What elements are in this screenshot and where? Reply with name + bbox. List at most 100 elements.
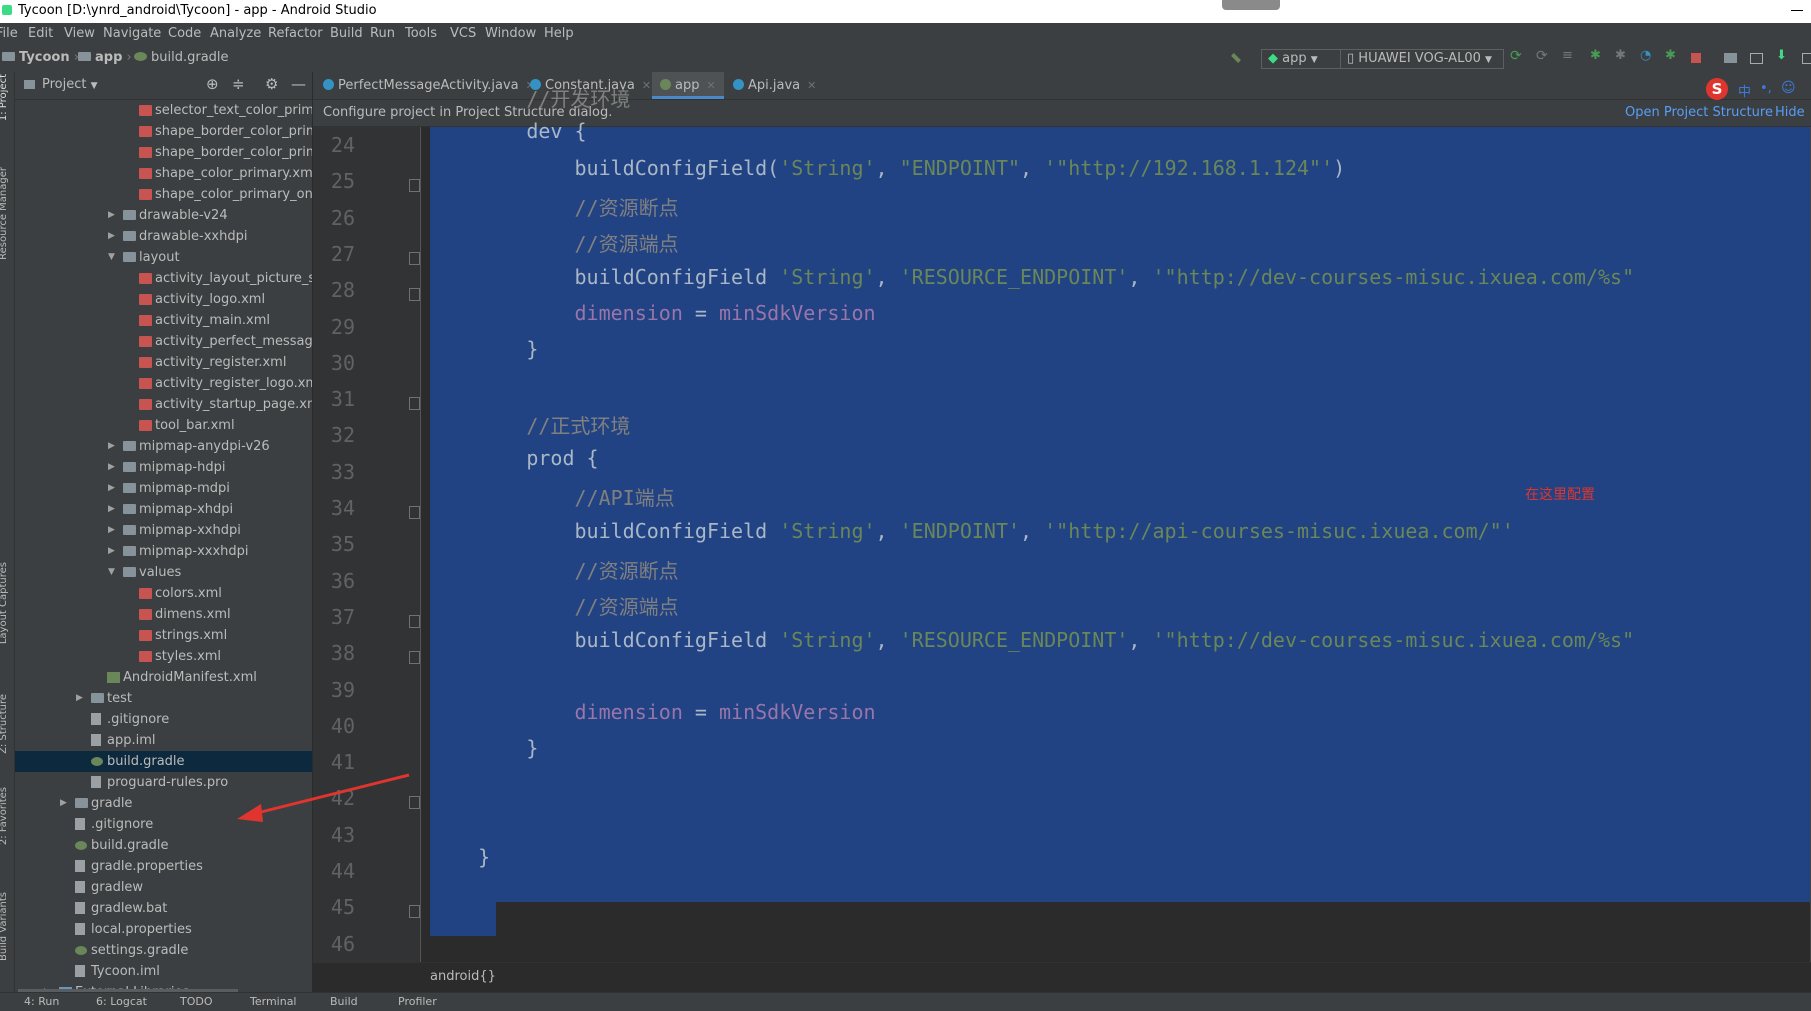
project-structure-icon[interactable]: [1802, 53, 1811, 64]
ime-chinese-icon[interactable]: 中: [1738, 81, 1751, 100]
fold-marker-icon[interactable]: [409, 288, 420, 302]
open-project-structure-link[interactable]: Open Project Structure: [1625, 105, 1773, 120]
avd-manager-icon[interactable]: [1750, 53, 1763, 64]
hide-banner-link[interactable]: Hide: [1775, 105, 1805, 120]
tree-item[interactable]: local.properties: [15, 919, 312, 940]
tree-item[interactable]: dimens.xml: [15, 604, 312, 625]
breadcrumb-project[interactable]: Tycoon ›: [2, 50, 79, 65]
chevron-right-icon[interactable]: ▶: [108, 520, 115, 541]
tree-item[interactable]: ▶ drawable-v24: [15, 205, 312, 226]
tree-item[interactable]: shape_border_color_prima: [15, 121, 312, 142]
close-icon[interactable]: ✕: [807, 79, 816, 92]
stop-icon[interactable]: [1691, 53, 1701, 63]
chevron-right-icon[interactable]: ▶: [108, 499, 115, 520]
profile-icon[interactable]: ◔: [1640, 48, 1652, 63]
tree-item[interactable]: activity_register.xml: [15, 352, 312, 373]
close-icon[interactable]: ✕: [642, 79, 651, 92]
tree-item[interactable]: tool_bar.xml: [15, 415, 312, 436]
menu-window[interactable]: Window: [485, 26, 536, 41]
chevron-right-icon[interactable]: ▶: [108, 457, 115, 478]
tree-item[interactable]: shape_border_color_prima: [15, 142, 312, 163]
fold-marker-icon[interactable]: [409, 397, 420, 411]
fold-marker-icon[interactable]: [409, 614, 420, 628]
menu-edit[interactable]: Edit: [28, 26, 53, 41]
chevron-right-icon[interactable]: ▶: [76, 688, 83, 709]
menu-refactor[interactable]: Refactor: [268, 26, 323, 41]
project-view-select[interactable]: Project ▼: [42, 77, 98, 92]
tree-item[interactable]: Tycoon.iml: [15, 961, 312, 982]
tree-item[interactable]: activity_register_logo.xml: [15, 373, 312, 394]
tree-item[interactable]: ▶ mipmap-hdpi: [15, 457, 312, 478]
ime-punct-icon[interactable]: •,: [1760, 81, 1772, 96]
ime-emoji-icon[interactable]: ☺: [1781, 80, 1796, 96]
tree-item[interactable]: gradlew.bat: [15, 898, 312, 919]
tree-item[interactable]: AndroidManifest.xml: [15, 667, 312, 688]
chevron-right-icon[interactable]: ▶: [108, 205, 115, 226]
sdk-manager-icon[interactable]: ⬇: [1776, 48, 1788, 63]
tree-item[interactable]: activity_perfect_message.x: [15, 331, 312, 352]
tree-item[interactable]: ▶ drawable-xxhdpi: [15, 226, 312, 247]
tree-item[interactable]: ▶ mipmap-xxxhdpi: [15, 541, 312, 562]
hide-panel-icon[interactable]: —: [291, 75, 306, 93]
tool-window-build-variants[interactable]: Build Variants: [0, 892, 16, 961]
tree-item[interactable]: activity_logo.xml: [15, 289, 312, 310]
hammer-build-icon[interactable]: [1231, 53, 1241, 63]
coverage-icon[interactable]: ✱: [1665, 48, 1677, 63]
tool-terminal[interactable]: Terminal: [250, 995, 297, 1008]
tree-item[interactable]: ▶ mipmap-xhdpi: [15, 499, 312, 520]
menu-build[interactable]: Build: [330, 26, 363, 41]
tree-item[interactable]: selector_text_color_primar: [15, 100, 312, 121]
collapse-all-icon[interactable]: ≑: [232, 75, 245, 93]
menu-vcs[interactable]: VCS: [450, 26, 476, 41]
tree-item[interactable]: shape_color_primary_oncli: [15, 184, 312, 205]
close-icon[interactable]: ✕: [706, 79, 715, 92]
attach-debugger-icon[interactable]: ✱: [1615, 48, 1627, 63]
tree-item[interactable]: activity_main.xml: [15, 310, 312, 331]
locate-file-icon[interactable]: ⊕: [206, 75, 219, 93]
list-icon[interactable]: ≡: [1562, 48, 1574, 63]
run-config-select[interactable]: ◆ app ▼: [1261, 49, 1341, 69]
chevron-down-icon[interactable]: ▼: [108, 247, 115, 268]
apply-changes-icon[interactable]: ⟳: [1510, 48, 1522, 64]
chevron-right-icon[interactable]: ▶: [108, 436, 115, 457]
menu-tools[interactable]: Tools: [405, 26, 437, 41]
tree-item[interactable]: ▶ mipmap-xxhdpi: [15, 520, 312, 541]
tab-api[interactable]: Api.java ✕: [733, 72, 816, 99]
tool-build[interactable]: Build: [330, 995, 358, 1008]
sync-project-icon[interactable]: [1724, 53, 1737, 63]
debug-icon[interactable]: ✱: [1590, 48, 1602, 63]
breadcrumb-module[interactable]: app ›: [78, 50, 132, 65]
tree-item[interactable]: styles.xml: [15, 646, 312, 667]
tab-app[interactable]: app ✕: [652, 72, 724, 99]
fold-marker-icon[interactable]: [409, 251, 420, 265]
tree-item[interactable]: shape_color_primary.xml: [15, 163, 312, 184]
fold-marker-icon[interactable]: [409, 179, 420, 193]
tree-item[interactable]: ▶ mipmap-mdpi: [15, 478, 312, 499]
menu-help[interactable]: Help: [544, 26, 574, 41]
tool-logcat[interactable]: 6: Logcat: [96, 995, 147, 1008]
chevron-right-icon[interactable]: ▶: [108, 478, 115, 499]
minimize-icon[interactable]: [1791, 10, 1803, 11]
sogou-ime-icon[interactable]: S: [1706, 78, 1728, 100]
tree-item[interactable]: activity_layout_picture_sele: [15, 268, 312, 289]
menu-file[interactable]: File: [0, 26, 18, 41]
tool-window-structure[interactable]: Z: Structure: [0, 694, 16, 754]
device-select[interactable]: ▯ HUAWEI VOG-AL00 ▼: [1340, 49, 1504, 69]
chevron-down-icon[interactable]: ▼: [108, 562, 115, 583]
tree-item[interactable]: ▼ values: [15, 562, 312, 583]
tree-item[interactable]: ▼ layout: [15, 247, 312, 268]
menu-analyze[interactable]: Analyze: [210, 26, 261, 41]
tree-item[interactable]: gradlew: [15, 877, 312, 898]
menu-run[interactable]: Run: [370, 26, 395, 41]
tool-window-resource-manager[interactable]: Resource Manager: [0, 167, 16, 260]
tool-profiler[interactable]: Profiler: [398, 995, 437, 1008]
tree-item[interactable]: settings.gradle: [15, 940, 312, 961]
tree-item[interactable]: ▶ mipmap-anydpi-v26: [15, 436, 312, 457]
chevron-right-icon[interactable]: ▶: [60, 793, 67, 814]
menu-view[interactable]: View: [64, 26, 95, 41]
menu-code[interactable]: Code: [168, 26, 201, 41]
apply-code-changes-icon[interactable]: ⟳: [1536, 48, 1548, 64]
menu-navigate[interactable]: Navigate: [103, 26, 161, 41]
tool-window-favorites[interactable]: 2: Favorites: [0, 787, 16, 845]
tree-item[interactable]: colors.xml: [15, 583, 312, 604]
